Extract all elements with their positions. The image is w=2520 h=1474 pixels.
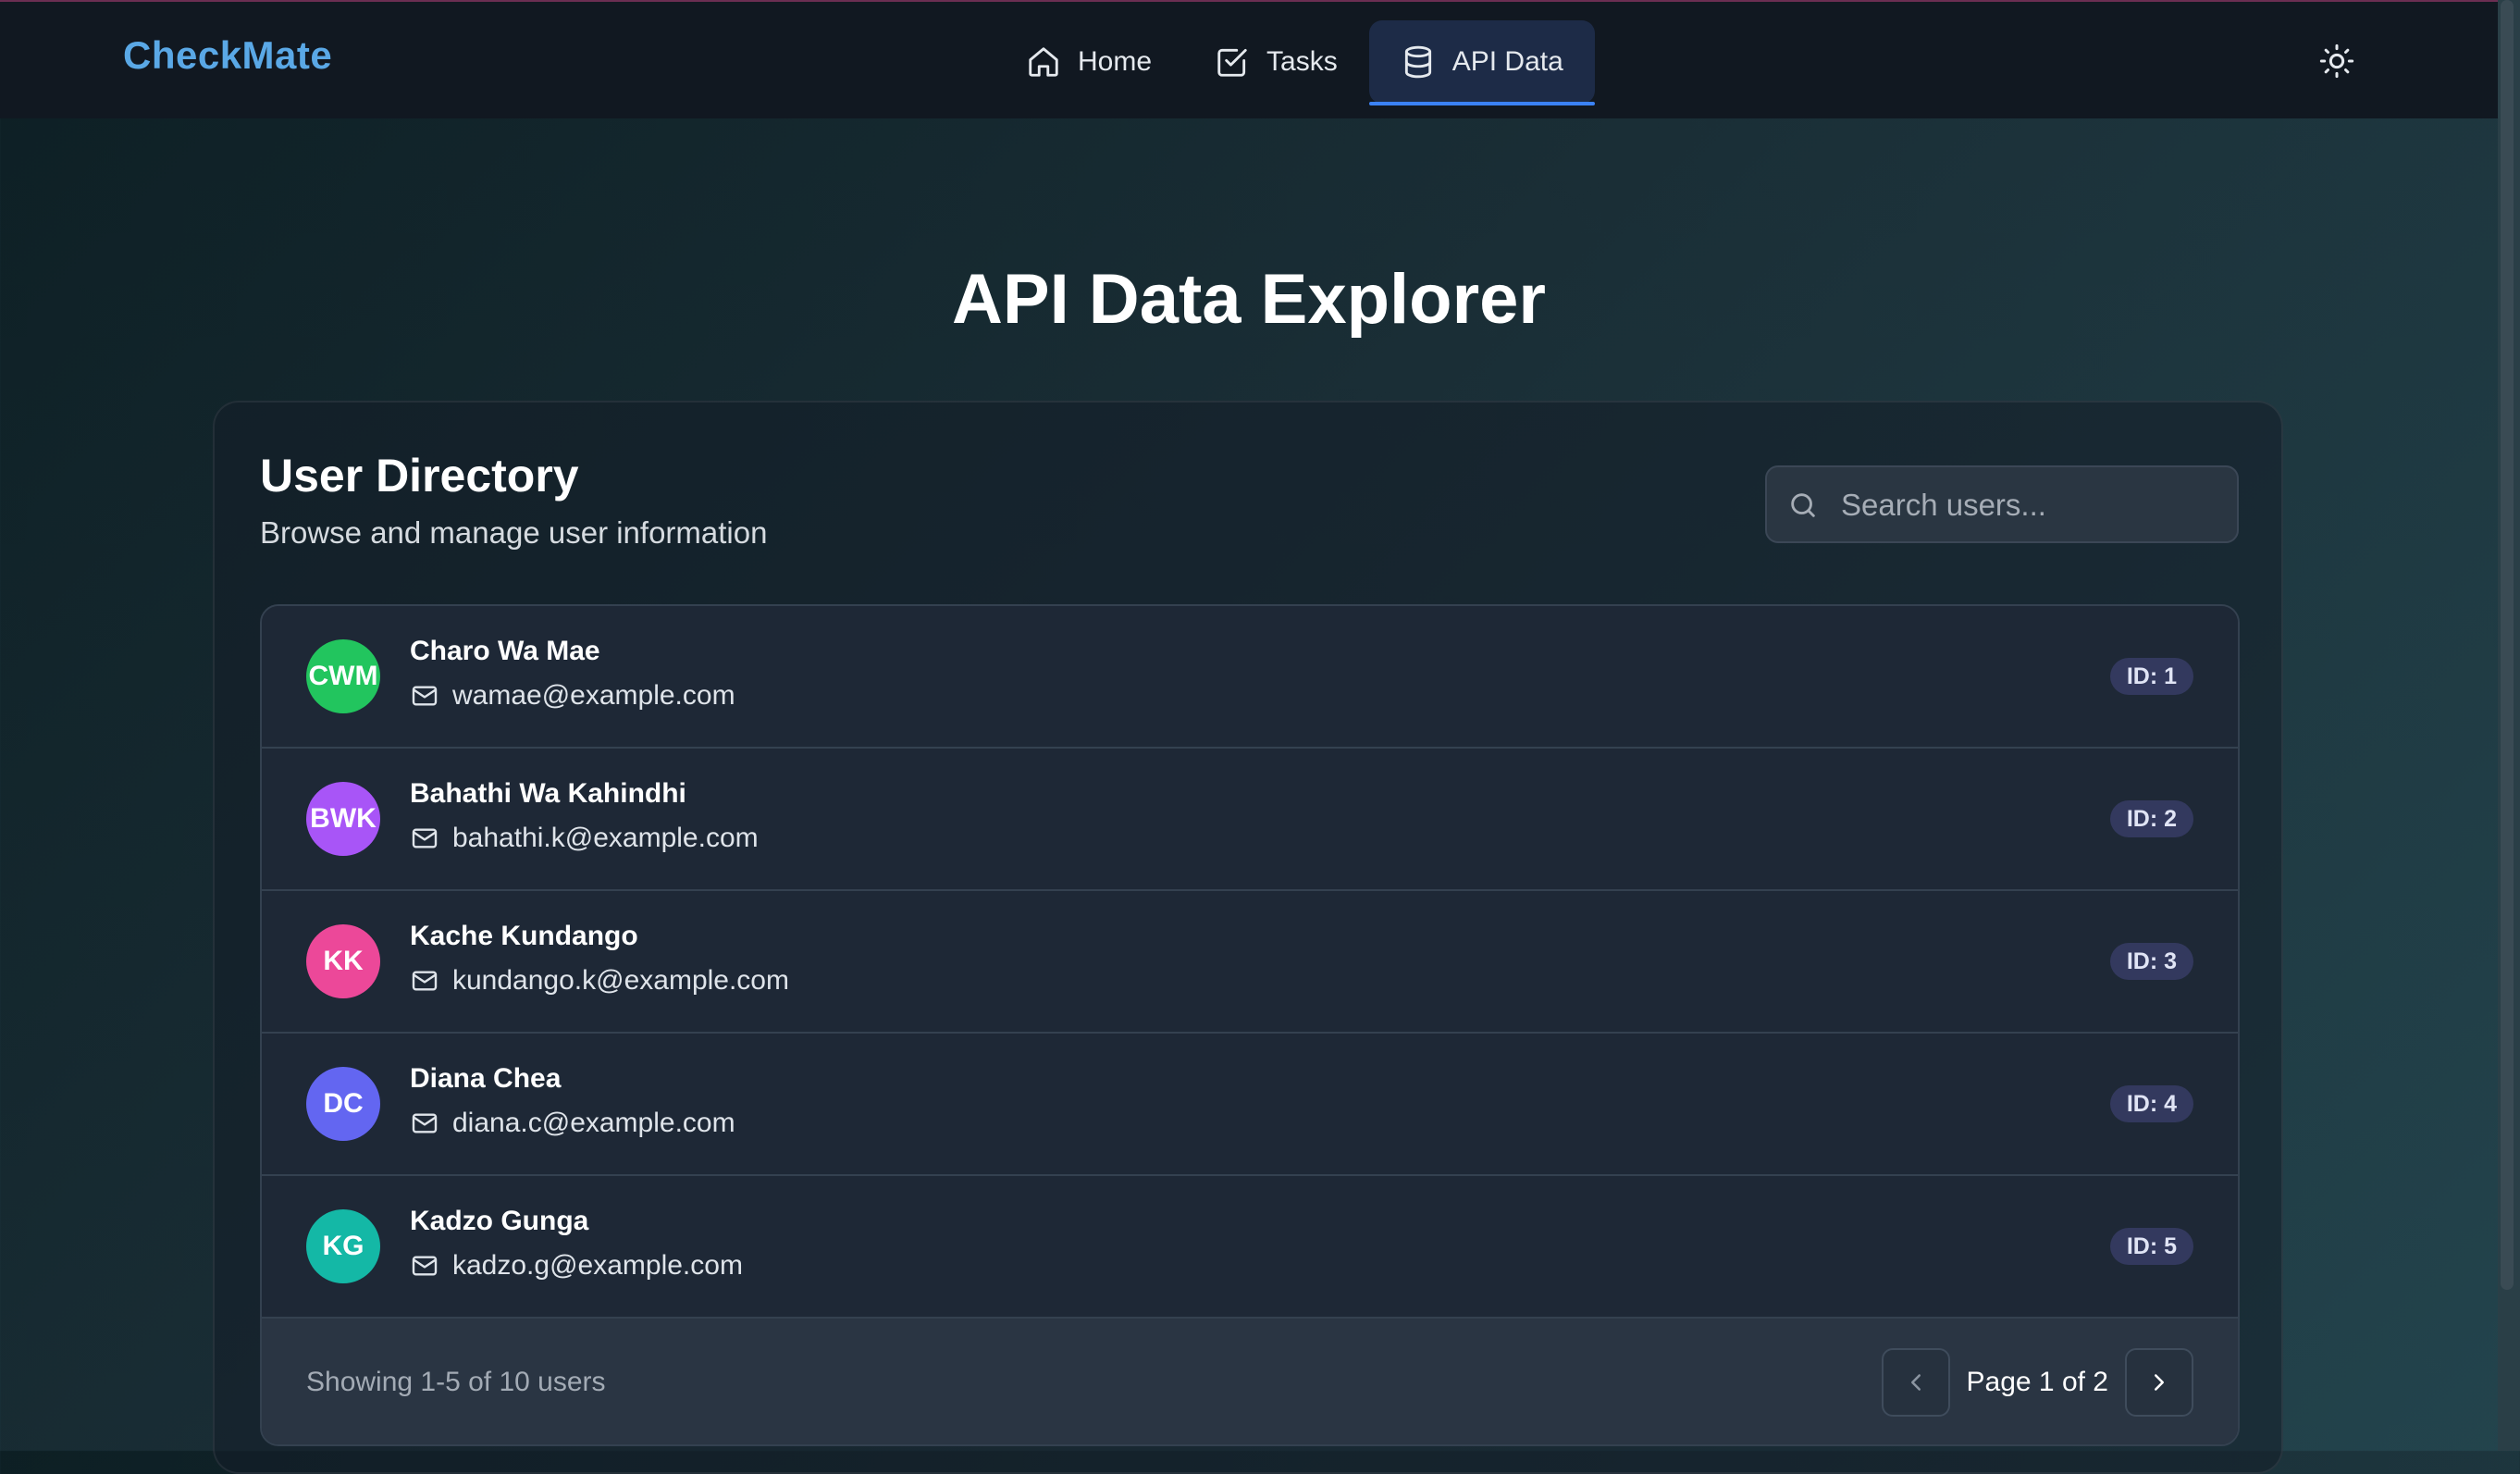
prev-page-button[interactable] bbox=[1881, 1348, 1950, 1417]
search-icon bbox=[1791, 493, 1815, 517]
nav-tasks-label: Tasks bbox=[1266, 46, 1338, 77]
next-page-button[interactable] bbox=[2125, 1348, 2193, 1417]
user-name: Kache Kundango bbox=[410, 921, 638, 951]
id-badge: ID: 1 bbox=[2109, 658, 2193, 695]
results-count: Showing 1-5 of 10 users bbox=[306, 1367, 606, 1397]
user-email-row: kundango.k@example.com bbox=[410, 965, 789, 997]
list-item[interactable]: KK Kache Kundango kundango.k@example.com… bbox=[262, 891, 2238, 1034]
list-item[interactable]: BWK Bahathi Wa Kahindhi bahathi.k@exampl… bbox=[262, 749, 2238, 891]
user-email: kundango.k@example.com bbox=[452, 965, 789, 996]
nav-home[interactable]: Home bbox=[994, 20, 1183, 104]
nav-api-data[interactable]: API Data bbox=[1368, 20, 1595, 105]
brand-logo[interactable]: CheckMate bbox=[123, 33, 332, 78]
page-indicator: Page 1 of 2 bbox=[1966, 1367, 2108, 1397]
user-email-row: bahathi.k@example.com bbox=[410, 823, 759, 854]
mail-icon bbox=[412, 1256, 438, 1276]
user-email: diana.c@example.com bbox=[452, 1108, 735, 1138]
top-navbar: CheckMate Home Tasks API Data bbox=[0, 0, 2498, 118]
list-footer: Showing 1-5 of 10 users Page 1 of 2 bbox=[262, 1319, 2238, 1444]
list-item[interactable]: KG Kadzo Gunga kadzo.g@example.com ID: 5 bbox=[262, 1176, 2238, 1319]
id-badge: ID: 3 bbox=[2109, 943, 2193, 980]
search-input[interactable] bbox=[1839, 467, 2231, 543]
user-email: wamae@example.com bbox=[452, 680, 735, 711]
avatar: DC bbox=[306, 1067, 380, 1141]
card-subtitle: Browse and manage user information bbox=[260, 515, 768, 550]
user-name: Charo Wa Mae bbox=[410, 636, 600, 666]
user-directory-card: User Directory Browse and manage user in… bbox=[213, 401, 2283, 1474]
user-email-row: diana.c@example.com bbox=[410, 1108, 735, 1139]
list-item[interactable]: DC Diana Chea diana.c@example.com ID: 4 bbox=[262, 1034, 2238, 1176]
id-badge: ID: 5 bbox=[2109, 1228, 2193, 1265]
search-box bbox=[1765, 465, 2239, 543]
chevron-right-icon bbox=[2155, 1374, 2164, 1391]
avatar: KK bbox=[306, 924, 380, 998]
mail-icon bbox=[412, 971, 438, 991]
id-badge: ID: 4 bbox=[2109, 1085, 2193, 1122]
avatar: CWM bbox=[306, 639, 380, 713]
nav-home-label: Home bbox=[1078, 46, 1153, 77]
check-square-icon bbox=[1217, 48, 1247, 77]
chevron-left-icon bbox=[1910, 1374, 1921, 1391]
user-name: Kadzo Gunga bbox=[410, 1206, 589, 1236]
avatar: KG bbox=[306, 1209, 380, 1283]
user-name: Bahathi Wa Kahindhi bbox=[410, 778, 686, 809]
home-icon bbox=[1029, 47, 1058, 77]
user-email-row: wamae@example.com bbox=[410, 680, 735, 712]
avatar: BWK bbox=[306, 782, 380, 856]
user-email: kadzo.g@example.com bbox=[452, 1250, 743, 1281]
nav-tasks[interactable]: Tasks bbox=[1183, 20, 1369, 104]
mail-icon bbox=[412, 828, 438, 848]
user-email-row: kadzo.g@example.com bbox=[410, 1250, 743, 1282]
nav-api-data-label: API Data bbox=[1451, 46, 1563, 77]
mail-icon bbox=[412, 1113, 438, 1133]
user-list: CWM Charo Wa Mae wamae@example.com ID: 1… bbox=[260, 604, 2240, 1446]
pagination: Page 1 of 2 bbox=[1881, 1348, 2193, 1417]
scrollbar-thumb[interactable] bbox=[2501, 0, 2514, 1290]
list-item[interactable]: CWM Charo Wa Mae wamae@example.com ID: 1 bbox=[262, 606, 2238, 749]
user-name: Diana Chea bbox=[410, 1063, 562, 1094]
user-email: bahathi.k@example.com bbox=[452, 823, 759, 853]
card-title: User Directory bbox=[260, 450, 579, 502]
database-icon bbox=[1404, 45, 1431, 79]
sun-icon[interactable] bbox=[2318, 43, 2355, 80]
mail-icon bbox=[412, 686, 438, 706]
page-title: API Data Explorer bbox=[952, 260, 1546, 339]
id-badge: ID: 2 bbox=[2109, 800, 2193, 837]
main-nav: Home Tasks API Data bbox=[994, 20, 1595, 105]
